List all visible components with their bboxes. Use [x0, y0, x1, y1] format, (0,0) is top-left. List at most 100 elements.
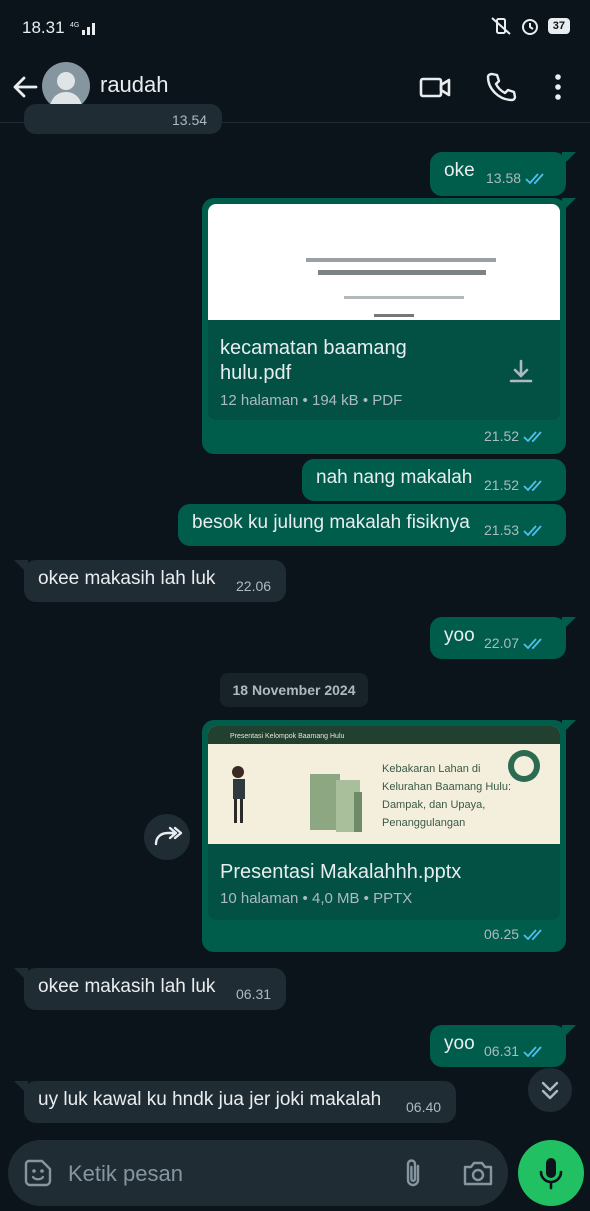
contact-name[interactable]: raudah: [100, 72, 169, 98]
message-time: 22.06: [236, 578, 272, 594]
camera-button[interactable]: [460, 1156, 496, 1190]
read-receipt-icon: [523, 480, 542, 492]
status-bar: 18.31 4G 37: [0, 0, 590, 56]
message-time: 06.25: [484, 926, 545, 942]
message-time: 22.07: [484, 635, 545, 651]
message-time: 13.54: [172, 112, 208, 128]
message-bubble-outgoing[interactable]: yoo 06.31: [430, 1025, 576, 1067]
mic-icon: [539, 1158, 563, 1190]
read-receipt-icon: [525, 173, 544, 185]
download-button[interactable]: [504, 356, 538, 390]
message-text: nah nang makalah: [316, 467, 473, 488]
sticker-icon: [24, 1159, 52, 1187]
download-icon: [509, 359, 533, 383]
message-text: yoo: [444, 625, 475, 646]
back-arrow-icon: [13, 76, 38, 98]
message-time-label: 21.52: [484, 477, 520, 493]
bubble-tail: [14, 560, 28, 574]
document-name-line1: kecamatan baamang: [220, 337, 407, 359]
phone-icon: [486, 72, 517, 102]
message-time: 06.31: [236, 986, 272, 1002]
message-time: 06.40: [406, 1099, 442, 1115]
document-info: 12 halaman • 194 kB • PDF: [220, 392, 403, 409]
message-time-label: 06.25: [484, 926, 520, 942]
bubble-tail: [562, 1025, 576, 1039]
read-receipt-icon: [523, 1046, 542, 1058]
status-time: 18.31: [22, 18, 65, 37]
camera-icon: [463, 1161, 493, 1186]
document-message[interactable]: kecamatan baamang hulu.pdf 12 halaman • …: [202, 198, 576, 454]
document-name: Presentasi Makalahhh.pptx: [220, 861, 462, 883]
video-call-icon: [419, 77, 451, 98]
message-time: 21.53: [484, 522, 545, 538]
message-text: okee makasih lah luk: [38, 568, 216, 589]
forward-button[interactable]: [144, 814, 190, 860]
avatar[interactable]: [42, 62, 90, 110]
video-call-button[interactable]: [418, 70, 452, 104]
read-receipt-icon: [523, 929, 542, 941]
bubble-tail: [562, 617, 576, 631]
attach-button[interactable]: [398, 1156, 428, 1190]
sticker-button[interactable]: [22, 1157, 54, 1189]
status-icons: 37: [490, 16, 570, 36]
scroll-to-bottom-button[interactable]: [528, 1068, 572, 1112]
message-text: okee makasih lah luk: [38, 976, 216, 997]
read-receipt-icon: [523, 638, 542, 650]
message-bubble-incoming[interactable]: okee makasih lah luk 22.06: [14, 560, 286, 602]
message-time-label: 21.53: [484, 522, 520, 538]
voice-record-button[interactable]: [518, 1140, 584, 1206]
bubble-tail: [562, 152, 576, 166]
read-receipt-icon: [523, 431, 542, 443]
svg-text:Kelurahan Baamang Hulu:: Kelurahan Baamang Hulu:: [382, 781, 511, 793]
more-options-button[interactable]: [546, 70, 570, 104]
date-divider: 18 November 2024: [220, 673, 368, 707]
mute-vibrate-icon: [491, 17, 511, 35]
document-thumbnail: [208, 204, 560, 320]
message-bubble-outgoing[interactable]: besok ku julung makalah fisiknya 21.53: [178, 504, 566, 546]
bubble-tail: [14, 968, 28, 982]
svg-text:Kebakaran Lahan di: Kebakaran Lahan di: [382, 763, 480, 775]
back-button[interactable]: [10, 72, 40, 102]
document-info: 10 halaman • 4,0 MB • PPTX: [220, 890, 413, 907]
document-card[interactable]: kecamatan baamang hulu.pdf 12 halaman • …: [208, 204, 560, 420]
message-bubble-outgoing[interactable]: yoo 22.07: [430, 617, 576, 659]
message-bubble-outgoing[interactable]: nah nang makalah 21.52: [302, 459, 566, 501]
document-message[interactable]: Presentasi Kelompok Baamang Hulu Kebakar…: [202, 720, 576, 952]
alarm-icon: [521, 19, 538, 35]
bubble-tail: [14, 1081, 28, 1095]
document-name: kecamatan baamang hulu.pdf: [220, 336, 407, 386]
signal-icon: 4G: [70, 20, 100, 41]
message-time-label: 06.31: [484, 1043, 520, 1059]
message-time-label: 21.52: [484, 428, 520, 444]
message-bubble-outgoing[interactable]: oke 13.58: [430, 152, 576, 196]
more-vert-icon: [555, 74, 561, 100]
message-bubble-incoming[interactable]: uy luk kawal ku hndk jua jer joki makala…: [14, 1081, 456, 1123]
message-time: 21.52: [484, 428, 545, 444]
chevron-double-down-icon: [541, 1081, 559, 1100]
document-thumbnail: Presentasi Kelompok Baamang Hulu Kebakar…: [208, 726, 560, 844]
bubble-tail: [562, 720, 576, 734]
message-time-label: 22.07: [484, 635, 520, 651]
document-name-line2: hulu.pdf: [220, 362, 292, 384]
message-time-label: 13.58: [486, 170, 522, 186]
message-bubble-partial[interactable]: 13.54: [24, 104, 222, 134]
document-card[interactable]: Presentasi Kelompok Baamang Hulu Kebakar…: [208, 726, 560, 920]
message-text: oke: [444, 160, 475, 181]
svg-text:Dampak, dan Upaya,: Dampak, dan Upaya,: [382, 799, 485, 811]
message-composer: [8, 1140, 508, 1206]
message-text: yoo: [444, 1033, 475, 1054]
battery-indicator: 37: [547, 18, 570, 34]
message-text: besok ku julung makalah fisiknya: [192, 512, 470, 533]
bubble-tail: [562, 198, 576, 212]
voice-call-button[interactable]: [484, 70, 518, 104]
read-receipt-icon: [523, 525, 542, 537]
svg-text:Presentasi Kelompok Baamang Hu: Presentasi Kelompok Baamang Hulu: [230, 733, 345, 740]
message-bubble-incoming[interactable]: okee makasih lah luk 06.31: [14, 968, 286, 1010]
svg-text:Penanggulangan: Penanggulangan: [382, 817, 465, 829]
paperclip-icon: [406, 1159, 420, 1187]
message-text: uy luk kawal ku hndk jua jer joki makala…: [38, 1089, 382, 1110]
forward-icon: [154, 826, 183, 846]
message-input[interactable]: [66, 1156, 370, 1192]
message-time: 13.58: [486, 170, 547, 186]
message-time: 06.31: [484, 1043, 545, 1059]
